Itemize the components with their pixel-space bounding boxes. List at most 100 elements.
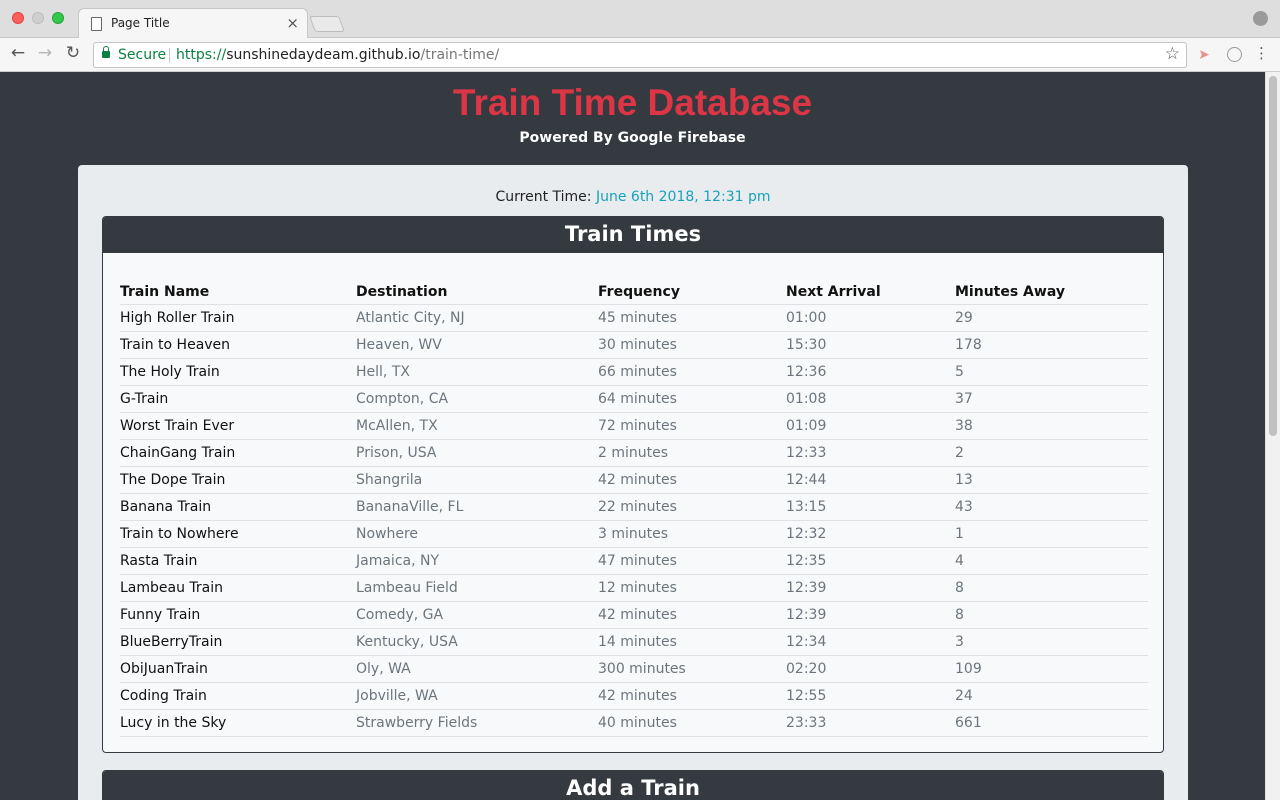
- train-name-cell: Train to Nowhere: [120, 520, 356, 548]
- frequency-cell: 45 minutes: [598, 304, 786, 332]
- train-name-cell: Lucy in the Sky: [120, 709, 356, 737]
- train-rows: High Roller Train Atlantic City, NJ 45 min…: [120, 304, 1148, 737]
- browser-tab[interactable]: Page Title ×: [78, 8, 308, 39]
- destination-cell: Nowhere: [356, 520, 598, 548]
- url-scheme: https://: [176, 47, 227, 63]
- extension-circle-icon[interactable]: [1227, 47, 1242, 62]
- table-row: Train to Heaven Heaven, WV 30 minutes 15:30…: [120, 331, 1148, 359]
- table-row: Train to Nowhere Nowhere 3 minutes 12:32 1: [120, 520, 1148, 548]
- frequency-cell: 47 minutes: [598, 547, 786, 575]
- next-arrival-cell: 12:32: [786, 520, 955, 548]
- current-time: Current Time: June 6th 2018, 12:31 pm: [78, 189, 1188, 205]
- minutes-away-cell: 24: [955, 682, 1148, 710]
- train-name-cell: Funny Train: [120, 601, 356, 629]
- table-row: BlueBerryTrain Kentucky, USA 14 minutes 12:…: [120, 628, 1148, 656]
- page-scrollbar[interactable]: [1265, 72, 1280, 800]
- next-arrival-cell: 12:39: [786, 601, 955, 629]
- frequency-cell: 42 minutes: [598, 466, 786, 494]
- minutes-away-cell: 4: [955, 547, 1148, 575]
- destination-cell: Comedy, GA: [356, 601, 598, 629]
- frequency-cell: 2 minutes: [598, 439, 786, 467]
- address-divider: [169, 48, 170, 63]
- reload-icon[interactable]: ↻: [62, 43, 84, 63]
- destination-cell: Heaven, WV: [356, 331, 598, 359]
- frequency-cell: 72 minutes: [598, 412, 786, 440]
- minimize-window-button[interactable]: [32, 12, 44, 24]
- minutes-away-cell: 5: [955, 358, 1148, 386]
- destination-cell: Prison, USA: [356, 439, 598, 467]
- next-arrival-cell: 01:09: [786, 412, 955, 440]
- next-arrival-cell: 12:55: [786, 682, 955, 710]
- tab-title: Page Title: [111, 16, 170, 30]
- frequency-cell: 40 minutes: [598, 709, 786, 737]
- url-path: /train-time/: [420, 47, 500, 63]
- train-times-card: Train Times Train Name Destination Frequ…: [102, 216, 1164, 753]
- new-tab-button[interactable]: [309, 16, 345, 32]
- browser-tab-bar: Page Title ×: [0, 0, 1280, 39]
- frequency-cell: 22 minutes: [598, 493, 786, 521]
- train-name-cell: ObiJuanTrain: [120, 655, 356, 683]
- kebab-menu-icon[interactable]: ⋮: [1254, 44, 1269, 62]
- frequency-cell: 12 minutes: [598, 574, 786, 602]
- table-row: Lucy in the Sky Strawberry Fields 40 minut…: [120, 709, 1148, 737]
- minutes-away-cell: 38: [955, 412, 1148, 440]
- next-arrival-cell: 23:33: [786, 709, 955, 737]
- forward-arrow-icon[interactable]: →: [34, 43, 56, 63]
- frequency-cell: 3 minutes: [598, 520, 786, 548]
- next-arrival-cell: 02:20: [786, 655, 955, 683]
- destination-cell: Oly, WA: [356, 655, 598, 683]
- table-row: G-Train Compton, CA 64 minutes 01:08 37: [120, 385, 1148, 413]
- train-name-cell: Worst Train Ever: [120, 412, 356, 440]
- page-title: Train Time Database: [452, 82, 813, 123]
- frequency-cell: 14 minutes: [598, 628, 786, 656]
- train-times-table: Train Name Destination Frequency Next Ar…: [120, 277, 1148, 737]
- url-text[interactable]: https://sunshinedaydeam.github.io/train-…: [176, 47, 499, 63]
- train-name-cell: High Roller Train: [120, 304, 356, 332]
- minutes-away-cell: 3: [955, 628, 1148, 656]
- scrollbar-thumb[interactable]: [1269, 76, 1277, 436]
- train-name-cell: Lambeau Train: [120, 574, 356, 602]
- train-times-header: Train Times: [103, 217, 1163, 253]
- table-row: Lambeau Train Lambeau Field 12 minutes 12:3…: [120, 574, 1148, 602]
- profile-icon[interactable]: [1253, 11, 1268, 26]
- table-row: Coding Train Jobville, WA 42 minutes 12:55 2…: [120, 682, 1148, 710]
- tab-close-icon[interactable]: ×: [286, 14, 299, 32]
- destination-cell: BananaVille, FL: [356, 493, 598, 521]
- page-viewport: Train Time Database Powered By Google Fi…: [0, 72, 1280, 800]
- current-time-value: June 6th 2018, 12:31 pm: [595, 189, 771, 205]
- destination-cell: Strawberry Fields: [356, 709, 598, 737]
- minutes-away-cell: 8: [955, 574, 1148, 602]
- table-header-row: Train Name Destination Frequency Next Ar…: [120, 277, 1148, 305]
- table-row: Rasta Train Jamaica, NY 47 minutes 12:35 4: [120, 547, 1148, 575]
- extension-icon[interactable]: ➤: [1198, 47, 1210, 63]
- table-row: Funny Train Comedy, GA 42 minutes 12:39 8: [120, 601, 1148, 629]
- train-name-cell: Rasta Train: [120, 547, 356, 575]
- secure-label: Secure: [118, 47, 167, 63]
- add-train-card: Add a Train: [102, 770, 1164, 800]
- minutes-away-cell: 13: [955, 466, 1148, 494]
- frequency-cell: 64 minutes: [598, 385, 786, 413]
- next-arrival-cell: 01:08: [786, 385, 955, 413]
- table-row: Banana Train BananaVille, FL 22 minutes 13:…: [120, 493, 1148, 521]
- destination-cell: McAllen, TX: [356, 412, 598, 440]
- add-train-header: Add a Train: [103, 771, 1163, 800]
- maximize-window-button[interactable]: [52, 12, 64, 24]
- address-bar[interactable]: Secure https://sunshinedaydeam.github.io…: [93, 42, 1187, 68]
- page-icon: [91, 17, 102, 31]
- close-window-button[interactable]: [12, 12, 24, 24]
- main-container: Current Time: June 6th 2018, 12:31 pm Tr…: [78, 165, 1188, 800]
- next-arrival-cell: 12:33: [786, 439, 955, 467]
- frequency-cell: 30 minutes: [598, 331, 786, 359]
- destination-cell: Hell, TX: [356, 358, 598, 386]
- column-header: Frequency: [598, 277, 786, 305]
- train-name-cell: Coding Train: [120, 682, 356, 710]
- train-name-cell: G-Train: [120, 385, 356, 413]
- table-row: ObiJuanTrain Oly, WA 300 minutes 02:20 109: [120, 655, 1148, 683]
- train-name-cell: The Holy Train: [120, 358, 356, 386]
- bookmark-star-icon[interactable]: ☆: [1165, 44, 1180, 64]
- back-arrow-icon[interactable]: ←: [7, 43, 29, 63]
- next-arrival-cell: 12:39: [786, 574, 955, 602]
- minutes-away-cell: 178: [955, 331, 1148, 359]
- table-row: High Roller Train Atlantic City, NJ 45 min…: [120, 304, 1148, 332]
- next-arrival-cell: 12:34: [786, 628, 955, 656]
